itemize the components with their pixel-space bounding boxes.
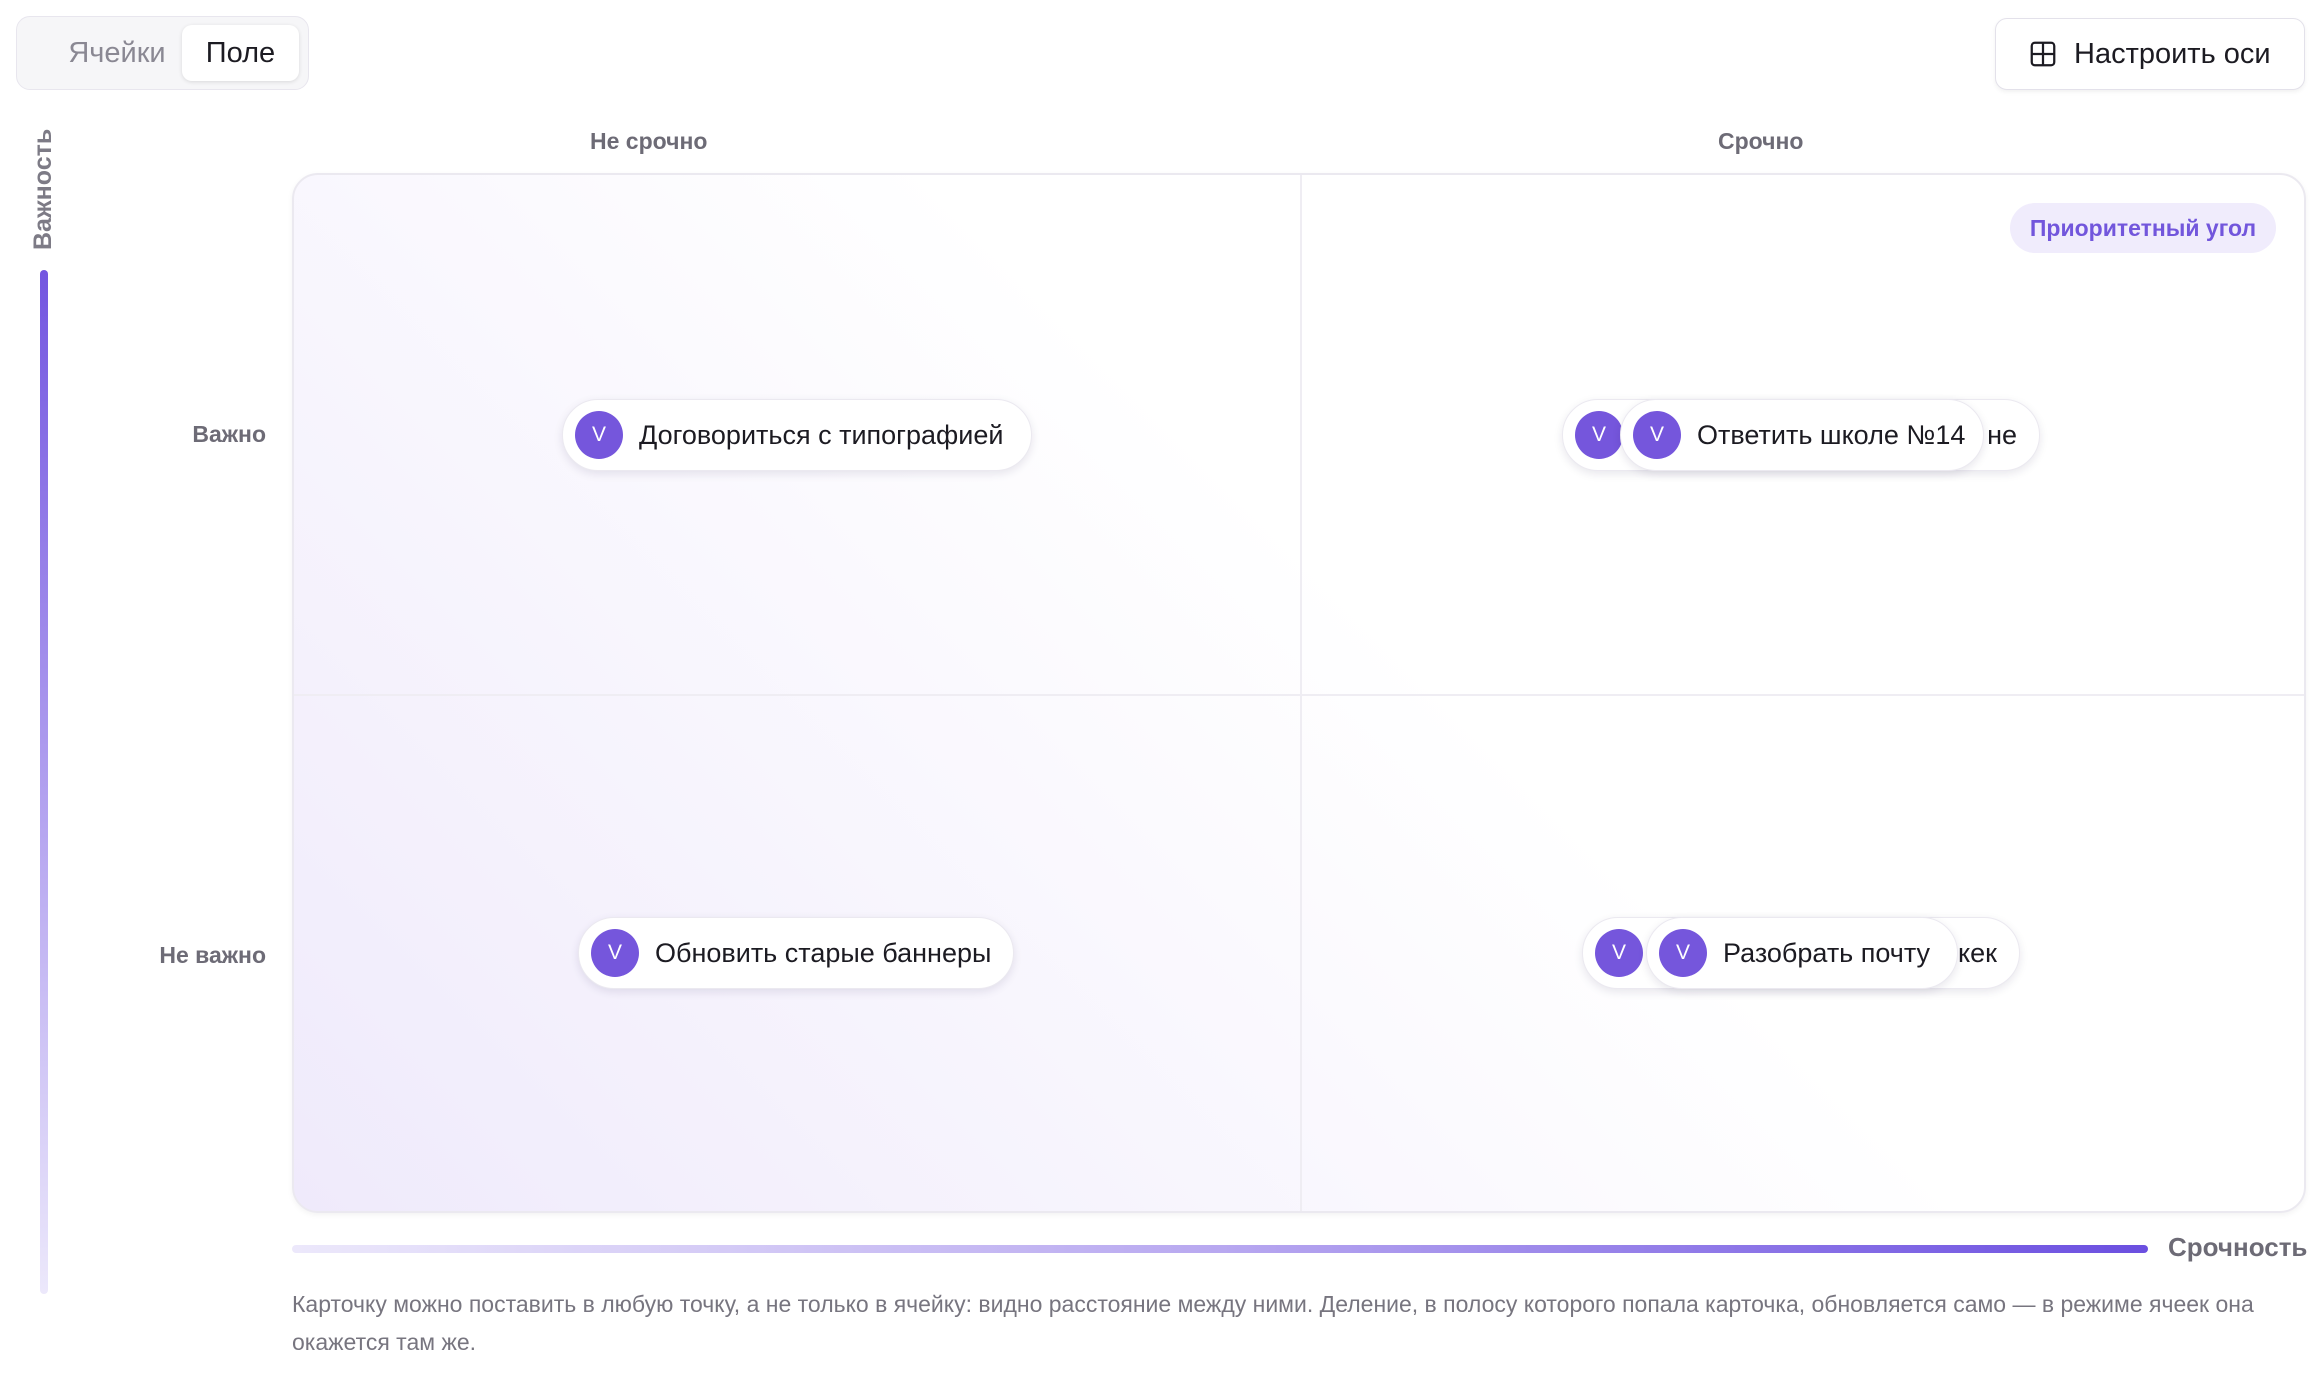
task-card-title: не bbox=[1987, 419, 2017, 450]
tab-field[interactable]: Поле bbox=[182, 25, 299, 81]
urgency-axis-label: Срочность bbox=[2168, 1232, 2308, 1262]
avatar: V bbox=[1659, 929, 1707, 977]
task-card-title: Договориться с типографией bbox=[639, 419, 1004, 450]
configure-axes-button[interactable]: Настроить оси bbox=[1995, 18, 2305, 90]
field-divider-vertical bbox=[1300, 175, 1302, 1211]
avatar: V bbox=[1575, 411, 1623, 459]
importance-axis-bar bbox=[40, 270, 48, 1294]
task-card[interactable]: V Обновить старые баннеры bbox=[578, 917, 1014, 989]
field-divider-horizontal bbox=[294, 694, 2304, 696]
importance-axis-label: Важность bbox=[29, 128, 57, 250]
task-card-title: Обновить старые баннеры bbox=[655, 937, 992, 968]
row-label-important: Важно bbox=[192, 421, 266, 447]
column-label-urgent: Срочно bbox=[1718, 128, 1804, 154]
task-card-title: Ответить школе №14 bbox=[1697, 419, 1966, 450]
column-label-not-urgent: Не срочно bbox=[590, 128, 708, 154]
task-card[interactable]: V Разобрать почту bbox=[1646, 917, 1958, 989]
avatar: V bbox=[575, 411, 623, 459]
task-card[interactable]: V Ответить школе №14 bbox=[1620, 399, 1984, 471]
view-switch: Ячейки Поле bbox=[16, 16, 309, 90]
urgency-axis-bar bbox=[292, 1245, 2148, 1253]
priority-field[interactable] bbox=[292, 173, 2306, 1213]
task-card-title: Разобрать почту bbox=[1723, 937, 1931, 968]
configure-axes-label: Настроить оси bbox=[2074, 37, 2271, 70]
avatar: V bbox=[591, 929, 639, 977]
help-note: Карточку можно поставить в любую точку, … bbox=[292, 1291, 2254, 1355]
tab-cells[interactable]: Ячейки bbox=[27, 25, 207, 81]
priority-corner-badge: Приоритетный угол bbox=[2010, 203, 2276, 253]
avatar: V bbox=[1633, 411, 1681, 459]
grid-icon bbox=[2030, 41, 2056, 67]
row-label-not-important: Не важно bbox=[159, 942, 266, 968]
task-card-title: кек bbox=[1958, 937, 1997, 968]
avatar: V bbox=[1595, 929, 1643, 977]
task-card[interactable]: V Договориться с типографией bbox=[562, 399, 1032, 471]
